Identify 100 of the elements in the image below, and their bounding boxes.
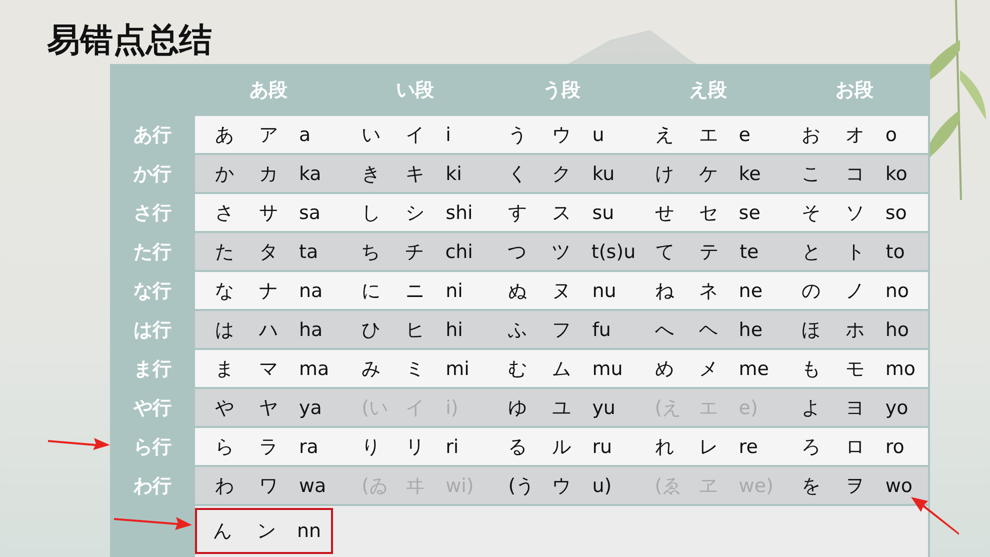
katakana-character: ミ bbox=[406, 356, 426, 382]
romaji-text: e bbox=[738, 124, 752, 146]
romaji-text: se bbox=[738, 202, 762, 224]
katakana-character: ラ bbox=[259, 434, 279, 460]
romaji-text: mu bbox=[592, 358, 624, 380]
katakana-character: ヲ bbox=[845, 474, 866, 498]
hiragana-character: う bbox=[508, 122, 528, 148]
row-header: あ行 bbox=[132, 122, 172, 148]
romaji-text: o bbox=[885, 124, 898, 146]
hiragana-character: や bbox=[215, 396, 235, 420]
katakana-character: ヌ bbox=[552, 278, 572, 304]
romaji-text: te bbox=[740, 240, 760, 262]
column-header: い段 bbox=[396, 78, 434, 103]
romaji-text: ne bbox=[738, 280, 764, 302]
hiragana-character: る bbox=[508, 434, 528, 460]
romaji-text: ha bbox=[299, 318, 324, 340]
hiragana-character: れ bbox=[654, 434, 675, 460]
hiragana-character: ま bbox=[215, 356, 235, 382]
katakana-character: ヤ bbox=[259, 396, 279, 420]
column-header: う段 bbox=[542, 78, 580, 103]
hiragana-character: つ bbox=[507, 240, 528, 264]
romaji-text: to bbox=[886, 240, 906, 262]
hiragana-character: て bbox=[656, 240, 676, 264]
romaji-text: yu bbox=[592, 396, 616, 418]
romaji-text: fu bbox=[592, 318, 612, 340]
hiragana-character: へ bbox=[654, 318, 675, 342]
row-header: か行 bbox=[132, 162, 172, 186]
katakana-character: ノ bbox=[845, 278, 866, 304]
row-header: ら行 bbox=[110, 428, 195, 465]
hiragana-character: ち bbox=[361, 240, 382, 264]
hiragana-character: ね bbox=[654, 278, 675, 304]
hiragana-character: そ bbox=[801, 200, 822, 226]
hiragana-character: も bbox=[801, 356, 822, 382]
column-header: あ段 bbox=[249, 78, 288, 103]
katakana-character: ク bbox=[552, 162, 572, 186]
hiragana-character: を bbox=[801, 474, 822, 498]
hiragana-character: ゆ bbox=[508, 396, 528, 420]
hiragana-character: め bbox=[654, 356, 675, 382]
romaji-text: ka bbox=[299, 162, 322, 184]
hiragana-character: く bbox=[508, 162, 528, 186]
hiragana-character: ほ bbox=[801, 318, 822, 342]
romaji-text: hi bbox=[446, 318, 464, 340]
row-header: た行 bbox=[132, 240, 172, 264]
hiragana-character: に bbox=[362, 278, 382, 304]
romaji-text: ru bbox=[592, 436, 614, 458]
katakana-character: ユ bbox=[552, 396, 572, 420]
katakana-character: シ bbox=[406, 200, 426, 226]
hiragana-character: ん bbox=[213, 519, 233, 544]
romaji-text: chi bbox=[445, 240, 474, 262]
katakana-character: ケ bbox=[698, 162, 719, 186]
hiragana-character: ぬ bbox=[508, 278, 528, 304]
hiragana-character: し bbox=[362, 200, 382, 226]
katakana-character: フ bbox=[552, 318, 572, 342]
katakana-character: ワ bbox=[259, 474, 279, 498]
hiragana-character: と bbox=[802, 240, 822, 264]
romaji-text: no bbox=[885, 280, 910, 302]
romaji-text: wa bbox=[299, 474, 328, 496]
romaji-text: wo bbox=[885, 474, 914, 496]
katakana-character: ム bbox=[552, 356, 572, 382]
katakana-character: テ bbox=[700, 240, 720, 264]
romaji-text: nu bbox=[592, 280, 618, 302]
hiragana-character: よ bbox=[801, 396, 822, 420]
hiragana-character: お bbox=[801, 122, 822, 148]
romaji-text: ya bbox=[299, 396, 323, 418]
hiragana-character: き bbox=[362, 162, 382, 186]
katakana-character: カ bbox=[259, 162, 279, 186]
romaji-text: ku bbox=[592, 162, 616, 184]
katakana-character: ア bbox=[259, 122, 279, 148]
katakana-character: ネ bbox=[698, 278, 719, 304]
katakana-character: コ bbox=[845, 162, 866, 186]
katakana-character: ヨ bbox=[845, 396, 866, 420]
row-header: な行 bbox=[132, 278, 172, 304]
romaji-text: ke bbox=[738, 162, 762, 184]
katakana-character: ト bbox=[846, 240, 866, 264]
romaji-text: re bbox=[738, 436, 759, 458]
romaji-text: me bbox=[738, 358, 770, 380]
katakana-character: ヘ bbox=[698, 318, 719, 342]
katakana-character: セ bbox=[698, 200, 719, 226]
romaji-text: ro bbox=[885, 436, 906, 458]
column-header: え段 bbox=[689, 78, 728, 103]
katakana-character: ニ bbox=[406, 278, 426, 304]
katakana-character: ル bbox=[552, 434, 572, 460]
hiragana-character: た bbox=[215, 240, 235, 264]
hiragana-character: せ bbox=[654, 200, 675, 226]
romaji-text: ki bbox=[446, 162, 463, 184]
romaji-text: yo bbox=[885, 396, 910, 418]
row-header: ま行 bbox=[132, 356, 172, 382]
romaji-text: u bbox=[592, 124, 606, 146]
katakana-character: チ bbox=[405, 240, 426, 264]
hiragana-character: ろ bbox=[801, 434, 822, 460]
column-header: お段 bbox=[836, 78, 874, 103]
romaji-text: t(s)u bbox=[591, 240, 636, 262]
hiragana-character: ら bbox=[215, 434, 235, 460]
katakana-character: ス bbox=[552, 200, 572, 226]
hiragana-character: な bbox=[215, 278, 235, 304]
row-header: は行 bbox=[132, 318, 172, 342]
romaji-text: mo bbox=[885, 358, 917, 380]
katakana-character: マ bbox=[259, 356, 279, 382]
katakana-character: モ bbox=[845, 356, 866, 382]
hiragana-character: す bbox=[508, 200, 528, 226]
